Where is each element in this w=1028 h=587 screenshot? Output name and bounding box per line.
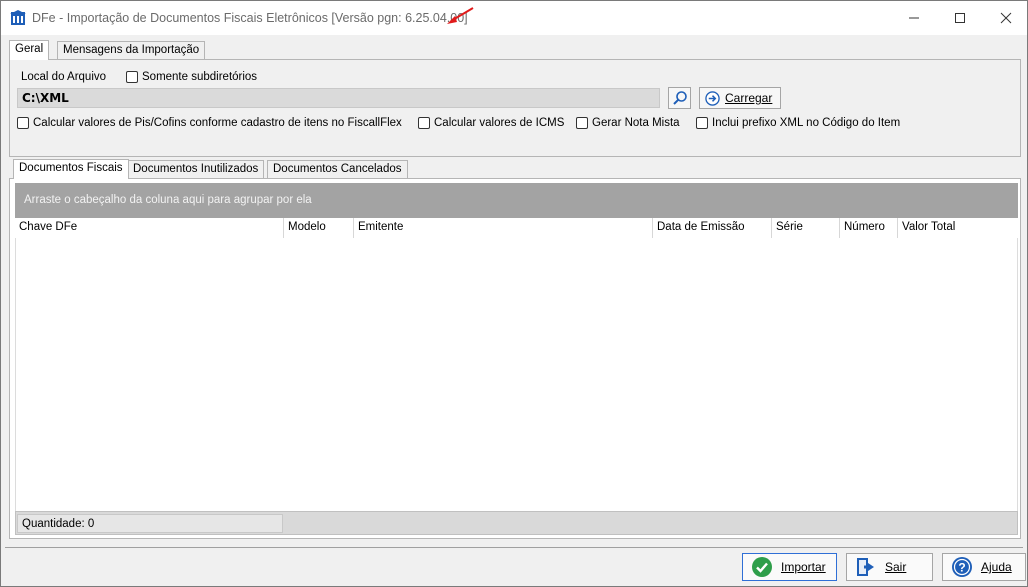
load-button[interactable]: Carregar <box>699 87 781 109</box>
tab-mensagens-importacao[interactable]: Mensagens da Importação <box>57 41 206 60</box>
calc-icms-checkbox[interactable]: Calcular valores de ICMS <box>418 117 564 129</box>
check-circle-icon <box>752 557 772 577</box>
column-header-modelo[interactable]: Modelo <box>284 218 354 238</box>
file-location-label: Local do Arquivo <box>21 71 107 83</box>
tab-documentos-cancelados[interactable]: Documentos Cancelados <box>267 160 408 179</box>
checkbox-box[interactable] <box>17 117 29 129</box>
exit-button[interactable]: Sair <box>846 553 933 581</box>
xml-prefix-label: Inclui prefixo XML no Código do Item <box>712 117 901 129</box>
minimize-icon <box>909 17 919 19</box>
exit-button-label: Sair <box>885 560 907 574</box>
minimize-button[interactable] <box>891 1 937 35</box>
svg-text:?: ? <box>958 561 965 575</box>
group-by-area[interactable]: Arraste o cabeçalho da coluna aqui para … <box>15 183 1018 218</box>
exit-door-icon <box>857 558 874 576</box>
maximize-icon <box>955 13 965 23</box>
close-icon <box>1000 12 1012 24</box>
calc-pis-cofins-checkbox[interactable]: Calcular valores de Pis/Cofins conforme … <box>17 117 402 129</box>
close-button[interactable] <box>983 1 1028 35</box>
quantity-summary: Quantidade: 0 <box>17 514 283 533</box>
column-header-numero[interactable]: Número <box>840 218 898 238</box>
main-window: DFe - Importação de Documentos Fiscais E… <box>0 0 1028 587</box>
file-path-input[interactable]: C:\XML <box>17 88 660 108</box>
column-header-valor-total[interactable]: Valor Total <box>898 218 1018 238</box>
tab-documentos-inutilizados[interactable]: Documentos Inutilizados <box>127 160 265 179</box>
load-button-label: Carregar <box>725 91 773 105</box>
mixed-invoice-checkbox[interactable]: Gerar Nota Mista <box>576 117 680 129</box>
column-header-emitente[interactable]: Emitente <box>354 218 653 238</box>
browse-folder-button[interactable] <box>668 87 691 109</box>
checkbox-box[interactable] <box>126 71 138 83</box>
import-button-label: Importar <box>781 560 826 574</box>
title-bar[interactable]: DFe - Importação de Documentos Fiscais E… <box>1 1 1027 35</box>
calc-pis-cofins-label: Calcular valores de Pis/Cofins conforme … <box>33 117 402 129</box>
checkbox-box[interactable] <box>418 117 430 129</box>
grid-header: Chave DFe Modelo Emitente Data de Emissã… <box>15 218 1018 238</box>
arrow-right-circle-icon <box>705 90 720 106</box>
window-title: DFe - Importação de Documentos Fiscais E… <box>32 11 468 25</box>
tab-geral[interactable]: Geral <box>9 40 50 60</box>
help-button[interactable]: ? Ajuda <box>942 553 1026 581</box>
column-header-serie[interactable]: Série <box>772 218 840 238</box>
column-header-data-emissao[interactable]: Data de Emissão <box>653 218 772 238</box>
only-subdirectories-checkbox[interactable]: Somente subdiretórios <box>126 71 257 83</box>
maximize-button[interactable] <box>937 1 983 35</box>
grid-body[interactable] <box>15 238 1018 511</box>
only-subdirectories-label: Somente subdiretórios <box>142 71 258 83</box>
mixed-invoice-label: Gerar Nota Mista <box>592 117 680 129</box>
calc-icms-label: Calcular valores de ICMS <box>434 117 565 129</box>
bottom-separator <box>5 547 1023 548</box>
column-header-chave-dfe[interactable]: Chave DFe <box>15 218 284 238</box>
red-arrow-annotation-icon <box>447 7 474 24</box>
search-icon <box>672 91 687 105</box>
checkbox-box[interactable] <box>576 117 588 129</box>
tab-documentos-fiscais[interactable]: Documentos Fiscais <box>13 159 129 179</box>
app-building-icon <box>10 10 26 25</box>
help-button-label: Ajuda <box>981 560 1012 574</box>
checkbox-box[interactable] <box>696 117 708 129</box>
import-button[interactable]: Importar <box>742 553 837 581</box>
help-question-icon: ? <box>952 557 972 577</box>
xml-prefix-checkbox[interactable]: Inclui prefixo XML no Código do Item <box>696 117 900 129</box>
